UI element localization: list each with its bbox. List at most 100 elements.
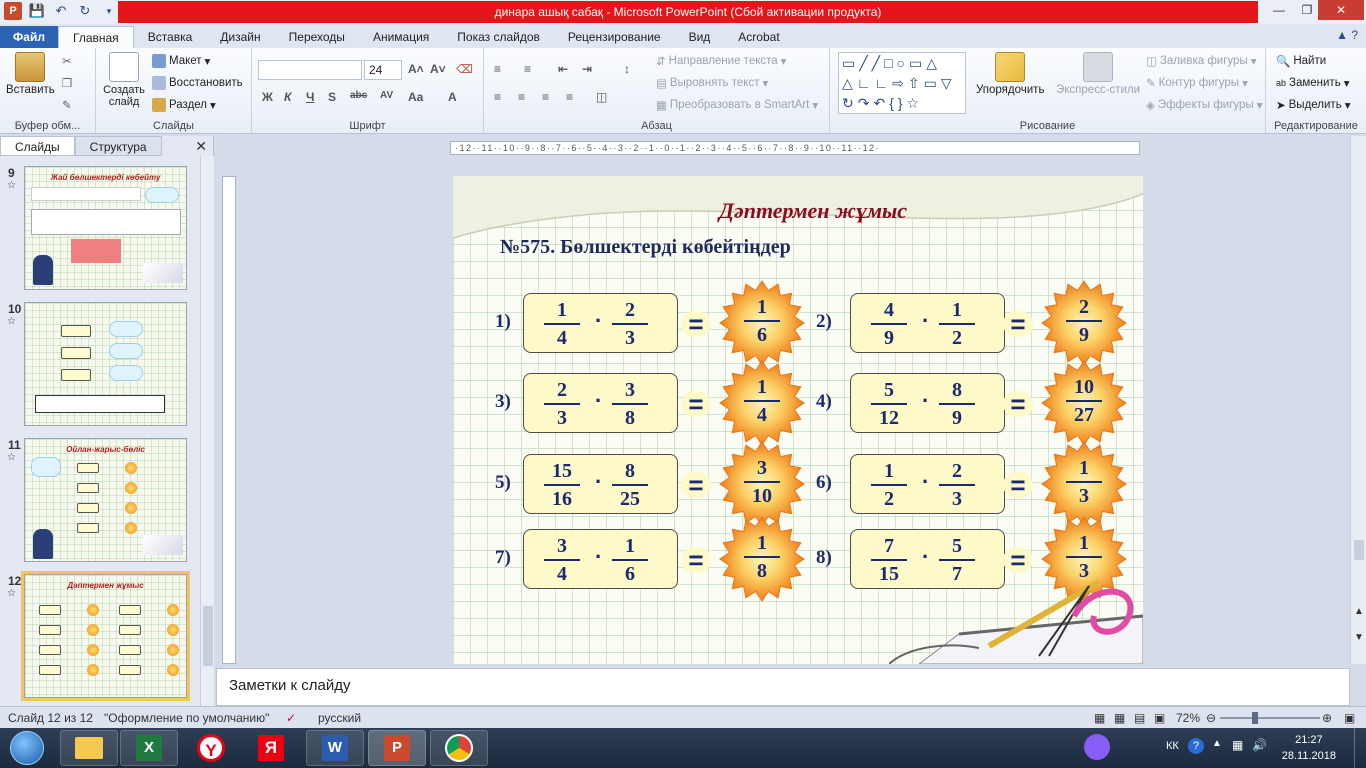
strikethrough-icon[interactable]: abc — [350, 90, 367, 101]
columns-icon[interactable]: ◫ — [596, 90, 607, 104]
tab-slideshow[interactable]: Показ слайдов — [443, 26, 554, 48]
shape-fill-button[interactable]: ◫ Заливка фигуры ▾ — [1146, 54, 1256, 68]
taskbar-explorer[interactable] — [60, 730, 118, 766]
keyboard-language[interactable]: КК — [1166, 740, 1179, 752]
justify-icon[interactable]: ≡ — [566, 90, 573, 104]
find-button[interactable]: 🔍 Найти — [1276, 54, 1326, 68]
slideshow-icon[interactable]: ▣ — [1154, 711, 1165, 725]
tab-acrobat[interactable]: Acrobat — [724, 26, 793, 48]
taskbar-yandex[interactable]: Я — [242, 730, 300, 766]
text-direction-button[interactable]: ⇵ Направление текста ▾ — [656, 54, 786, 68]
answer-sun[interactable]: 18 — [719, 516, 805, 602]
close-icon[interactable]: ✕ — [195, 138, 207, 155]
slide-sorter-icon[interactable]: ▦ — [1114, 711, 1125, 725]
answer-sun[interactable]: 3 10 — [719, 441, 805, 527]
shape-outline-button[interactable]: ✎ Контур фигуры ▾ — [1146, 76, 1248, 90]
notes-pane[interactable]: Заметки к слайду — [216, 668, 1350, 706]
exercise-box[interactable]: 3 4 · 1 6 — [523, 529, 678, 589]
char-spacing-icon[interactable]: AV — [380, 90, 393, 101]
exercise-box[interactable]: 5 12 · 8 9 — [850, 373, 1005, 433]
shape-effects-button[interactable]: ◈ Эффекты фигуры ▾ — [1146, 98, 1262, 112]
copy-icon[interactable]: ❐ — [62, 76, 72, 90]
zoom-slider-handle[interactable] — [1252, 712, 1258, 724]
help-icon[interactable]: ▲ ? — [1336, 28, 1358, 42]
next-slide-icon[interactable]: ▼ — [1354, 632, 1364, 643]
tab-file[interactable]: Файл — [0, 26, 58, 48]
taskbar-chrome[interactable] — [430, 730, 488, 766]
font-size-dropdown[interactable]: 24 — [364, 60, 402, 80]
slide-canvas[interactable]: Дәптермен жұмыс №575. Бөлшектерді көбейт… — [453, 176, 1143, 664]
taskbar-word[interactable]: W — [306, 730, 364, 766]
exercise-box[interactable]: 2 3 · 3 8 — [523, 373, 678, 433]
smartart-button[interactable]: ▦ Преобразовать в SmartArt ▾ — [656, 98, 818, 112]
normal-view-icon[interactable]: ▦ — [1094, 711, 1105, 725]
zoom-in-icon[interactable]: ⊕ — [1322, 711, 1332, 725]
section-button[interactable]: Раздел ▾ — [152, 98, 216, 112]
exercise-box[interactable]: 15 16 · 8 25 — [523, 454, 678, 514]
answer-sun[interactable]: 10 27 — [1041, 360, 1127, 446]
zoom-out-icon[interactable]: ⊖ — [1206, 711, 1216, 725]
close-button[interactable]: ✕ — [1318, 0, 1364, 20]
align-text-button[interactable]: ▤ Выровнять текст ▾ — [656, 76, 768, 90]
tab-transitions[interactable]: Переходы — [275, 26, 359, 48]
line-spacing-icon[interactable]: ↕ — [624, 62, 630, 76]
prev-slide-icon[interactable]: ▲ — [1354, 606, 1364, 617]
align-center-icon[interactable]: ≡ — [518, 90, 525, 104]
decrease-indent-icon[interactable]: ⇤ — [558, 62, 568, 76]
zoom-level[interactable]: 72% — [1176, 711, 1200, 725]
new-slide-button[interactable]: Создать слайд — [102, 52, 146, 108]
layout-button[interactable]: Макет ▾ — [152, 54, 210, 68]
underline-icon[interactable]: Ч — [306, 90, 314, 104]
show-desktop-button[interactable] — [1354, 728, 1366, 768]
reading-view-icon[interactable]: ▤ — [1134, 711, 1145, 725]
change-case-icon[interactable]: Aa — [408, 90, 423, 104]
font-color-icon[interactable]: A — [448, 90, 457, 104]
grow-font-icon[interactable]: A˄ — [408, 62, 424, 76]
arrange-button[interactable]: Упорядочить — [976, 52, 1044, 96]
shapes-gallery[interactable]: ▭╱╱□○▭△ △∟∟⇨⇧▭▽ ↻↷↶{}☆ — [838, 52, 966, 114]
format-painter-icon[interactable]: ✎ — [62, 98, 72, 112]
clear-format-icon[interactable]: ⌫ — [456, 62, 473, 76]
tab-animations[interactable]: Анимация — [359, 26, 443, 48]
font-name-dropdown[interactable] — [258, 60, 362, 80]
paste-button[interactable]: Вставить — [6, 52, 55, 96]
cut-icon[interactable]: ✂ — [62, 54, 72, 68]
increase-indent-icon[interactable]: ⇥ — [582, 62, 592, 76]
reset-button[interactable]: Восстановить — [152, 76, 243, 90]
bold-icon[interactable]: Ж — [262, 90, 273, 104]
powerpoint-logo-icon[interactable]: P — [4, 2, 22, 20]
tab-review[interactable]: Рецензирование — [554, 26, 675, 48]
align-left-icon[interactable]: ≡ — [494, 90, 501, 104]
shrink-font-icon[interactable]: A˅ — [430, 62, 446, 76]
exercise-box[interactable]: 4 9 · 1 2 — [850, 293, 1005, 353]
volume-icon[interactable]: 🔊 — [1252, 738, 1267, 752]
microphone-icon[interactable] — [1084, 734, 1110, 760]
taskbar-powerpoint[interactable]: P — [368, 730, 426, 766]
exercise-box[interactable]: 1 2 · 2 3 — [850, 454, 1005, 514]
taskbar-yandex-browser[interactable]: Y — [182, 730, 240, 766]
fit-to-window-icon[interactable]: ▣ — [1344, 711, 1355, 725]
answer-sun[interactable]: 14 — [719, 360, 805, 446]
scrollbar-thumb[interactable] — [1354, 540, 1364, 560]
bullets-icon[interactable]: ≡ — [494, 62, 501, 76]
tab-home[interactable]: Главная — [58, 26, 134, 48]
customize-qat-icon[interactable]: ▾ — [100, 2, 118, 20]
zoom-slider[interactable] — [1220, 717, 1320, 719]
tab-slides[interactable]: Слайды — [0, 136, 75, 156]
tab-outline[interactable]: Структура — [74, 136, 162, 156]
shadow-icon[interactable]: S — [328, 90, 336, 104]
slide-subtitle[interactable]: №575. Бөлшектерді көбейтіңдер — [500, 236, 791, 259]
save-icon[interactable]: 💾 — [28, 2, 46, 20]
slide-title[interactable]: Дәптермен жұмыс — [653, 198, 973, 224]
exercise-box[interactable]: 1 4 · 2 3 — [523, 293, 678, 353]
slides-panel-scrollbar[interactable] — [200, 156, 214, 706]
clock[interactable]: 21:27 28.11.2018 — [1282, 732, 1336, 764]
align-right-icon[interactable]: ≡ — [542, 90, 549, 104]
scrollbar-thumb[interactable] — [203, 606, 213, 666]
answer-sun[interactable]: 13 — [1041, 441, 1127, 527]
answer-sun[interactable]: 29 — [1041, 280, 1127, 366]
network-icon[interactable]: ▦ — [1232, 738, 1243, 752]
tab-view[interactable]: Вид — [675, 26, 725, 48]
help-tray-icon[interactable]: ? — [1188, 738, 1204, 754]
quick-styles-button[interactable]: Экспресс-стили — [1056, 52, 1140, 96]
